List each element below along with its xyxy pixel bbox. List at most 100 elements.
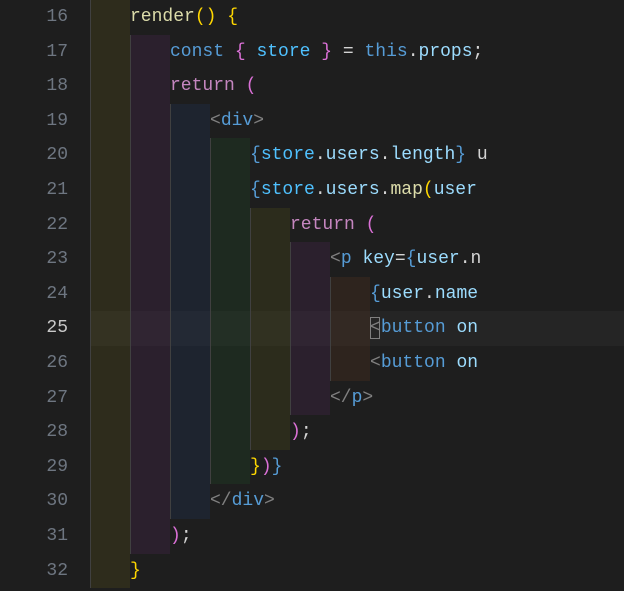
token: this	[365, 42, 408, 62]
token: props	[419, 42, 473, 62]
code-line-content: </p>	[90, 381, 373, 416]
token	[355, 215, 366, 235]
token: {	[406, 249, 417, 269]
code-line[interactable]: return (	[90, 69, 624, 104]
token	[224, 42, 235, 62]
token: on	[456, 353, 478, 373]
token: user	[416, 249, 459, 269]
code-line[interactable]: render() {	[90, 0, 624, 35]
token: .	[315, 145, 326, 165]
line-number-gutter: 1617181920212223242526272829303132	[0, 0, 90, 591]
token: {	[250, 145, 261, 165]
token: </	[210, 491, 232, 511]
code-line[interactable]: );	[90, 415, 624, 450]
line-number: 30	[0, 484, 68, 519]
code-line-content: }	[90, 554, 141, 589]
token	[235, 76, 246, 96]
token: user	[434, 180, 477, 200]
token: </	[330, 388, 352, 408]
line-number: 18	[0, 69, 68, 104]
code-line[interactable]: {store.users.map(user	[90, 173, 624, 208]
code-line-content: );	[90, 415, 312, 450]
line-number: 21	[0, 173, 68, 208]
token: .	[380, 180, 391, 200]
token: .	[424, 284, 435, 304]
token: }	[250, 457, 261, 477]
code-line-content: <button on	[90, 346, 478, 381]
line-number: 17	[0, 35, 68, 70]
token: button	[381, 353, 446, 373]
token: )	[290, 422, 301, 442]
token: on	[456, 318, 478, 338]
code-line-content: return (	[90, 208, 376, 243]
code-line[interactable]: {user.name	[90, 277, 624, 312]
code-line-content: })}	[90, 450, 282, 485]
code-line[interactable]: <div>	[90, 104, 624, 139]
line-number: 27	[0, 381, 68, 416]
token: =	[395, 249, 406, 269]
token: div	[221, 111, 253, 131]
token: button	[381, 318, 446, 338]
token: map	[390, 180, 422, 200]
code-line[interactable]: })}	[90, 450, 624, 485]
token: (	[423, 180, 434, 200]
line-number: 26	[0, 346, 68, 381]
code-line[interactable]: <button on	[90, 311, 624, 346]
token: (	[366, 215, 377, 235]
token: key	[362, 249, 394, 269]
token: <	[370, 318, 381, 338]
code-line-content: <p key={user.n	[90, 242, 481, 277]
token: store	[256, 42, 310, 62]
token: store	[261, 145, 315, 165]
code-line-content: );	[90, 519, 192, 554]
token: const	[170, 42, 224, 62]
code-line-content: const { store } = this.props;	[90, 35, 483, 70]
line-number: 16	[0, 0, 68, 35]
token: >	[362, 388, 373, 408]
code-line[interactable]: <p key={user.n	[90, 242, 624, 277]
code-line[interactable]: );	[90, 519, 624, 554]
token	[446, 318, 457, 338]
line-number: 31	[0, 519, 68, 554]
code-editor[interactable]: 1617181920212223242526272829303132 rende…	[0, 0, 624, 591]
line-number: 24	[0, 277, 68, 312]
code-line[interactable]: return (	[90, 208, 624, 243]
line-number: 19	[0, 104, 68, 139]
token: p	[352, 388, 363, 408]
token: )	[261, 457, 272, 477]
code-content-area[interactable]: render() {const { store } = this.props;r…	[90, 0, 624, 591]
token: div	[232, 491, 264, 511]
token: user	[381, 284, 424, 304]
code-line[interactable]: const { store } = this.props;	[90, 35, 624, 70]
code-line[interactable]: }	[90, 554, 624, 589]
token: {	[227, 7, 238, 27]
token: }	[130, 561, 141, 581]
line-number: 20	[0, 138, 68, 173]
line-number: 25	[0, 311, 68, 346]
token: render	[130, 7, 195, 27]
token	[310, 42, 321, 62]
code-line-content: {user.name	[90, 277, 478, 312]
token: {	[250, 180, 261, 200]
token: <	[210, 111, 221, 131]
code-line[interactable]: <button on	[90, 346, 624, 381]
line-number: 32	[0, 554, 68, 589]
token: <	[330, 249, 341, 269]
token: <	[370, 353, 381, 373]
token: >	[264, 491, 275, 511]
token: p	[341, 249, 352, 269]
token: users	[326, 145, 380, 165]
token	[477, 180, 488, 200]
code-line[interactable]: </div>	[90, 484, 624, 519]
token	[446, 353, 457, 373]
line-number: 29	[0, 450, 68, 485]
line-number: 22	[0, 208, 68, 243]
token: .n	[460, 249, 482, 269]
token: return	[290, 215, 355, 235]
token	[246, 42, 257, 62]
code-line[interactable]: </p>	[90, 381, 624, 416]
token: .	[408, 42, 419, 62]
code-line-content: {store.users.map(user	[90, 173, 488, 208]
code-line[interactable]: {store.users.length} u	[90, 138, 624, 173]
code-line-content: return (	[90, 69, 256, 104]
